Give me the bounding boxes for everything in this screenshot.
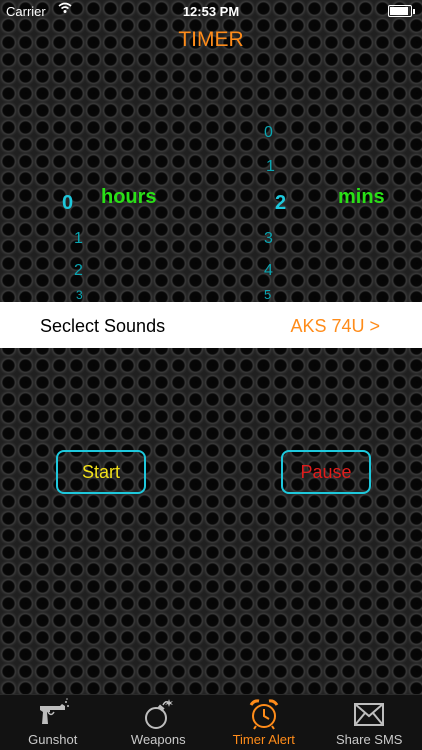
tab-weapons[interactable]: Weapons bbox=[106, 695, 212, 750]
hours-option[interactable]: 1 bbox=[74, 230, 83, 248]
hours-option[interactable]: 3 bbox=[76, 289, 83, 299]
tab-timer-alert[interactable]: Timer Alert bbox=[211, 695, 317, 750]
tab-label: Gunshot bbox=[28, 732, 78, 747]
mins-option[interactable]: 3 bbox=[264, 230, 273, 248]
hours-label: hours bbox=[101, 186, 157, 208]
status-bar: Carrier 12:53 PM bbox=[0, 0, 422, 22]
bomb-icon bbox=[145, 699, 174, 729]
tab-label: Share SMS bbox=[336, 732, 403, 747]
mins-label: mins bbox=[338, 186, 385, 208]
mins-option[interactable]: 1 bbox=[266, 158, 275, 176]
tab-label: Weapons bbox=[130, 732, 186, 747]
start-button[interactable]: Start bbox=[56, 450, 146, 494]
battery-icon bbox=[388, 5, 415, 17]
mins-option[interactable]: 0 bbox=[264, 124, 273, 142]
tab-gunshot[interactable]: Gunshot bbox=[0, 695, 106, 750]
gun-icon bbox=[39, 698, 69, 724]
select-sound-row[interactable]: Seclect Sounds AKS 74U > bbox=[0, 302, 422, 348]
mins-selected-value[interactable]: 2 bbox=[275, 192, 286, 215]
tab-label: Timer Alert bbox=[232, 732, 295, 747]
status-time: 12:53 PM bbox=[182, 4, 240, 19]
alarm-clock-icon bbox=[249, 699, 279, 730]
pause-button[interactable]: Pause bbox=[281, 450, 371, 494]
select-sound-label: Seclect Sounds bbox=[40, 316, 166, 336]
page-title: TIMER bbox=[178, 28, 244, 51]
mins-option[interactable]: 4 bbox=[264, 262, 273, 280]
tab-bar: Gunshot Weapons Timer Alert Share SMS bbox=[0, 694, 422, 750]
hours-option[interactable]: 2 bbox=[74, 262, 83, 280]
tab-share-sms[interactable]: Share SMS bbox=[317, 695, 422, 750]
hours-selected-value[interactable]: 0 bbox=[62, 192, 73, 215]
selected-sound-value[interactable]: AKS 74U > bbox=[290, 316, 380, 337]
envelope-icon bbox=[354, 703, 385, 726]
mins-option[interactable]: 5 bbox=[264, 288, 271, 300]
